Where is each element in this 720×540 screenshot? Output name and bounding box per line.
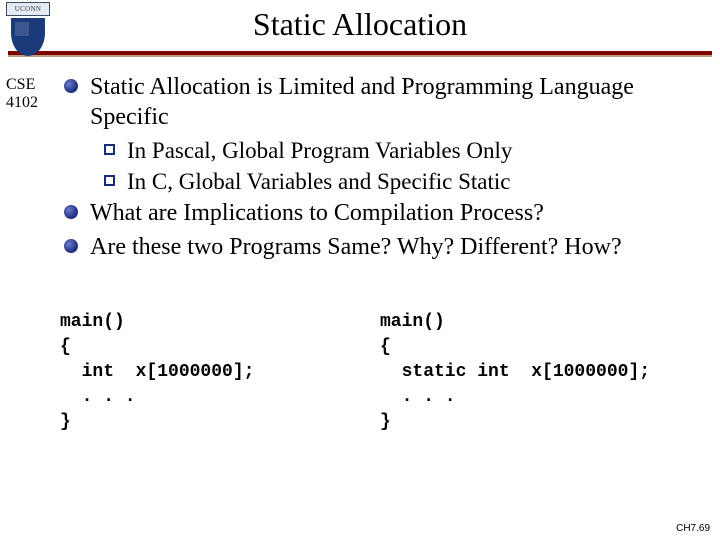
slide-footer: CH7.69	[676, 523, 710, 534]
logo-wordmark: UCONN	[6, 2, 50, 16]
code-left-col: main() { int x[1000000]; . . . }	[60, 310, 380, 435]
disc-bullet-icon	[64, 239, 78, 253]
bullet-1-text: Static Allocation is Limited and Program…	[90, 72, 704, 132]
divider-light	[8, 55, 712, 57]
logo: UCONN	[6, 2, 50, 56]
code-row: main() { int x[1000000]; . . . } main() …	[60, 310, 700, 435]
slide-root: UCONN Static Allocation CSE 4102 Static …	[0, 0, 720, 540]
bullet-2-text: What are Implications to Compilation Pro…	[90, 198, 544, 228]
title-bar: Static Allocation	[0, 0, 720, 43]
square-bullet-icon	[104, 175, 115, 186]
course-line2: 4102	[6, 94, 38, 112]
code-right: main() { static int x[1000000]; . . . }	[380, 310, 700, 435]
bullet-2: What are Implications to Compilation Pro…	[64, 198, 704, 228]
content: Static Allocation is Limited and Program…	[64, 72, 704, 266]
slide-title: Static Allocation	[0, 6, 720, 43]
disc-bullet-icon	[64, 205, 78, 219]
bullet-1a: In Pascal, Global Program Variables Only	[104, 136, 704, 165]
code-left: main() { int x[1000000]; . . . }	[60, 310, 380, 435]
bullet-3: Are these two Programs Same? Why? Differ…	[64, 232, 704, 262]
course-line1: CSE	[6, 76, 38, 94]
bullet-1b-text: In C, Global Variables and Specific Stat…	[127, 167, 510, 196]
disc-bullet-icon	[64, 79, 78, 93]
course-label: CSE 4102	[6, 76, 38, 112]
shield-icon	[11, 18, 45, 56]
bullet-1b: In C, Global Variables and Specific Stat…	[104, 167, 704, 196]
bullet-1a-text: In Pascal, Global Program Variables Only	[127, 136, 512, 165]
square-bullet-icon	[104, 144, 115, 155]
bullet-3-text: Are these two Programs Same? Why? Differ…	[90, 232, 622, 262]
bullet-1: Static Allocation is Limited and Program…	[64, 72, 704, 132]
code-right-col: main() { static int x[1000000]; . . . }	[380, 310, 700, 435]
